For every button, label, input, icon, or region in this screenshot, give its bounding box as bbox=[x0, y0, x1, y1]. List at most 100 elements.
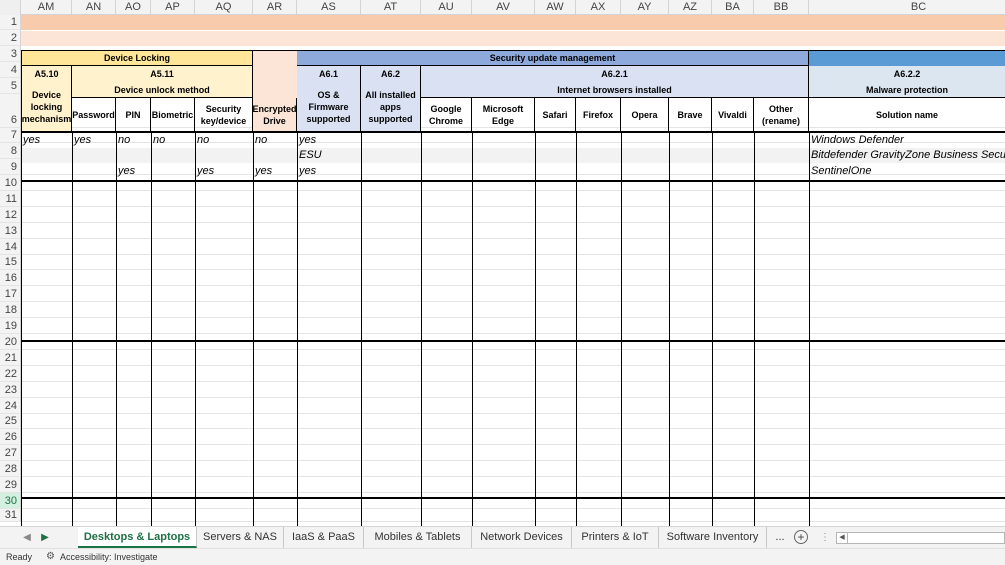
row-header-16[interactable]: 16 bbox=[0, 270, 21, 286]
row-header-6[interactable]: 6 bbox=[0, 94, 21, 128]
cell-bc7[interactable]: Windows Defender bbox=[809, 133, 1005, 148]
row-header-11[interactable]: 11 bbox=[0, 191, 21, 207]
row-header-17[interactable]: 17 bbox=[0, 286, 21, 302]
column-header-az[interactable]: AZ bbox=[669, 0, 712, 15]
tab-printers-iot[interactable]: Printers & IoT bbox=[572, 527, 659, 548]
accessibility-icon[interactable]: ⚙ bbox=[46, 549, 55, 565]
cell-aq9[interactable]: yes bbox=[195, 164, 253, 179]
device-locking-mechanism-label: Device locking mechanism bbox=[21, 89, 72, 124]
gridline-row bbox=[21, 492, 1005, 493]
row-header-15[interactable]: 15 bbox=[0, 255, 21, 270]
gridline-row bbox=[21, 301, 1005, 302]
row-header-31[interactable]: 31 bbox=[0, 509, 21, 522]
tab-scroll-left-button[interactable]: ◀ bbox=[18, 529, 36, 547]
tab-mobiles-tablets[interactable]: Mobiles & Tablets bbox=[364, 527, 472, 548]
border-below-row-29 bbox=[21, 497, 1005, 499]
pin-header: PIN bbox=[116, 98, 151, 132]
cell-ar9[interactable]: yes bbox=[253, 164, 297, 179]
row-header-8[interactable]: 8 bbox=[0, 143, 21, 159]
column-header-an[interactable]: AN bbox=[72, 0, 116, 15]
tab-scroll-right-button[interactable]: ▶ bbox=[36, 529, 54, 547]
cell-bc9[interactable]: SentinelOne bbox=[809, 164, 1005, 179]
row-header-1[interactable]: 1 bbox=[0, 15, 21, 30]
tab-software-inventory[interactable]: Software Inventory bbox=[659, 527, 767, 548]
column-header-aw[interactable]: AW bbox=[535, 0, 576, 15]
gridline-row bbox=[21, 397, 1005, 398]
cell-an7[interactable]: yes bbox=[72, 133, 116, 148]
row-header-10[interactable]: 10 bbox=[0, 175, 21, 191]
more-tabs-button[interactable]: ... bbox=[767, 527, 793, 548]
column-header-ap[interactable]: AP bbox=[151, 0, 195, 15]
tab-desktops-laptops[interactable]: Desktops & Laptops bbox=[78, 527, 197, 548]
column-header-ba[interactable]: BA bbox=[712, 0, 754, 15]
column-border bbox=[535, 132, 536, 526]
row-header-4[interactable]: 4 bbox=[0, 62, 21, 78]
column-border bbox=[72, 132, 73, 526]
row-header-2[interactable]: 2 bbox=[0, 30, 21, 46]
malware-protection-label: Malware protection bbox=[865, 84, 948, 95]
row-header-3[interactable]: 3 bbox=[0, 46, 21, 62]
row-header-14[interactable]: 14 bbox=[0, 239, 21, 255]
row-header-20[interactable]: 20 bbox=[0, 334, 21, 350]
cell-ao9[interactable]: yes bbox=[116, 164, 151, 179]
column-border bbox=[421, 132, 422, 526]
scroll-split-handle-icon[interactable]: ⋮ bbox=[820, 531, 830, 545]
column-header-ao[interactable]: AO bbox=[116, 0, 151, 15]
row-header-18[interactable]: 18 bbox=[0, 302, 21, 318]
row-header-23[interactable]: 23 bbox=[0, 382, 21, 398]
row-1-fill bbox=[21, 15, 1005, 30]
gridline-row bbox=[21, 508, 1005, 509]
row-header-12[interactable]: 12 bbox=[0, 207, 21, 223]
row-header-21[interactable]: 21 bbox=[0, 350, 21, 366]
gridline-row bbox=[21, 460, 1005, 461]
cell-ar7[interactable]: no bbox=[253, 133, 297, 148]
column-header-am[interactable]: AM bbox=[21, 0, 72, 15]
cell-as8[interactable]: ESU bbox=[297, 148, 361, 163]
cell-am7[interactable]: yes bbox=[21, 133, 72, 148]
border-below-row-19 bbox=[21, 340, 1005, 342]
sheet-grid[interactable]: Device Locking Security update managemen… bbox=[21, 15, 1005, 526]
cell-as9[interactable]: yes bbox=[297, 164, 361, 179]
cell-as7[interactable]: yes bbox=[297, 133, 361, 148]
cell-ao7[interactable]: no bbox=[116, 133, 151, 148]
cell-aq7[interactable]: no bbox=[195, 133, 253, 148]
cell-bc8[interactable]: Bitdefender GravityZone Business Securit… bbox=[809, 148, 1005, 163]
add-sheet-icon[interactable]: + bbox=[794, 530, 808, 544]
column-header-ay[interactable]: AY bbox=[621, 0, 669, 15]
accessibility-status[interactable]: Accessibility: Investigate bbox=[60, 549, 158, 565]
column-header-bc[interactable]: BC bbox=[809, 0, 1005, 15]
column-header-as[interactable]: AS bbox=[297, 0, 361, 15]
row-header-7[interactable]: 7 bbox=[0, 128, 21, 143]
scroll-left-arrow-icon[interactable]: ◀ bbox=[837, 533, 848, 543]
column-header-av[interactable]: AV bbox=[472, 0, 535, 15]
row-header-25[interactable]: 25 bbox=[0, 414, 21, 429]
select-all-corner[interactable] bbox=[0, 0, 21, 15]
column-header-ax[interactable]: AX bbox=[576, 0, 621, 15]
horizontal-scrollbar[interactable]: ◀ bbox=[836, 532, 1005, 544]
row-header-26[interactable]: 26 bbox=[0, 429, 21, 445]
row-header-19[interactable]: 19 bbox=[0, 318, 21, 334]
row-header-24[interactable]: 24 bbox=[0, 398, 21, 414]
column-header-bb[interactable]: BB bbox=[754, 0, 809, 15]
opera-header: Opera bbox=[621, 98, 669, 132]
column-header-ar[interactable]: AR bbox=[253, 0, 297, 15]
row-header-9[interactable]: 9 bbox=[0, 159, 21, 175]
row-header-30[interactable]: 30 bbox=[0, 493, 21, 509]
column-header-at[interactable]: AT bbox=[361, 0, 421, 15]
solution-name-header: Solution name bbox=[809, 98, 1005, 132]
microsoft-edge-label: Microsoft Edge bbox=[482, 103, 524, 126]
column-header-au[interactable]: AU bbox=[421, 0, 472, 15]
row-header-29[interactable]: 29 bbox=[0, 477, 21, 493]
row-header-28[interactable]: 28 bbox=[0, 461, 21, 477]
row-header-5[interactable]: 5 bbox=[0, 78, 21, 94]
row-header-13[interactable]: 13 bbox=[0, 223, 21, 239]
tab-iaas-paas[interactable]: IaaS & PaaS bbox=[284, 527, 364, 548]
tab-network-devices[interactable]: Network Devices bbox=[472, 527, 572, 548]
a6-2-code: A6.2 bbox=[361, 66, 421, 82]
row-header-27[interactable]: 27 bbox=[0, 445, 21, 461]
row-header-22[interactable]: 22 bbox=[0, 366, 21, 382]
browsers-label: Internet browsers installed bbox=[557, 84, 672, 95]
column-header-aq[interactable]: AQ bbox=[195, 0, 253, 15]
cell-ap7[interactable]: no bbox=[151, 133, 195, 148]
tab-servers-nas[interactable]: Servers & NAS bbox=[197, 527, 284, 548]
